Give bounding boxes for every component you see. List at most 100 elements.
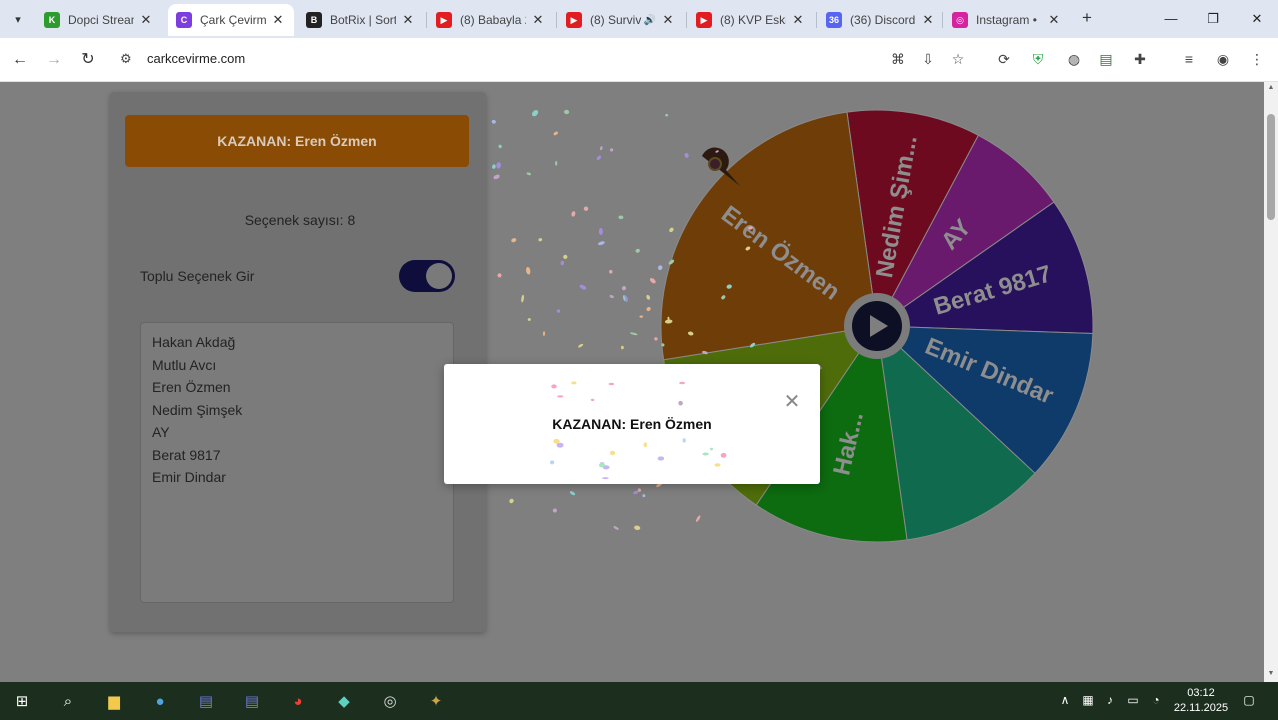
tab-3[interactable]: ▶ (8) Babayla 2 ✕ [428,4,554,36]
tab-close-icon[interactable]: ✕ [790,12,806,28]
close-icon[interactable]: ✕ [782,392,802,412]
app-window-icon-2[interactable]: ▤ [239,688,265,714]
app-window-icon[interactable]: ▤ [193,688,219,714]
site-info-icon[interactable]: ⚙ [120,51,132,67]
tab-favicon-icon: ◎ [952,12,968,28]
confetti-piece [538,238,543,242]
install-app-icon[interactable]: ⇩ [919,50,937,68]
scroll-up-icon[interactable]: ▲ [1267,84,1275,91]
tab-close-icon[interactable]: ✕ [400,12,416,28]
confetti-piece [623,295,626,301]
restore-button[interactable]: ❐ [1200,8,1226,30]
tab-1[interactable]: C Çark Çevirme ✕ [168,4,294,36]
tab-close-icon[interactable]: ✕ [530,12,546,28]
extension-sync-icon[interactable]: ⟳ [995,50,1013,68]
bookmark-star-icon[interactable]: ☆ [949,50,967,68]
option-line: AY [152,424,170,440]
app-pen-icon[interactable]: ◆ [331,688,357,714]
tab-favicon-icon: ▶ [566,12,582,28]
tab-title: (8) Babayla 2 [460,13,526,27]
profile-icon[interactable]: ◉ [1214,50,1232,68]
page-scrollbar[interactable]: ▲ ▼ [1264,82,1278,682]
confetti-piece [609,294,614,299]
confetti-piece [555,161,558,166]
reload-icon[interactable]: ↻ [78,50,98,70]
confetti-piece [563,254,568,260]
bulk-entry-toggle[interactable] [399,260,455,292]
wifi-icon[interactable]: ◔ [1147,693,1165,707]
tray-app-icon[interactable]: ▦ [1079,693,1097,707]
tab-close-icon[interactable]: ✕ [660,12,676,28]
confetti-piece [564,109,570,115]
tab-separator [816,12,817,28]
confetti-piece [571,211,576,217]
confetti-piece [600,146,603,151]
option-line: Mutlu Avcı [152,356,217,373]
windows-start-icon[interactable]: ⊞ [9,688,35,714]
option-line: Eren Özmen [152,379,231,395]
tab-title: BotRix | Sort [330,13,396,27]
new-tab-button[interactable]: + [1077,8,1097,30]
shield-extension-icon[interactable]: ⛨ [1029,50,1047,68]
tab-close-icon[interactable]: ✕ [270,12,286,28]
confetti-piece [620,345,624,350]
tab-separator [426,12,427,28]
forward-icon[interactable]: → [44,50,64,70]
search-icon[interactable]: ⌕ [55,688,81,714]
close-window-button[interactable]: ✕ [1244,8,1270,30]
tab-5[interactable]: ▶ (8) KVP Eski ✕ [688,4,814,36]
battery-icon[interactable]: ▭ [1124,693,1142,707]
option-line: Nedim Şimşek [152,401,243,418]
confetti-piece [609,269,613,274]
options-panel: KAZANAN: Eren Özmen Seçenek sayısı: 8 Top… [110,92,486,632]
confetti-piece [542,331,546,336]
confetti-piece [496,162,501,169]
address-bar[interactable]: carkcevirme.com [147,51,245,66]
tab-close-icon[interactable]: ✕ [1046,12,1062,28]
confetti-piece [552,508,558,513]
chrome-icon[interactable]: ◕ [285,688,311,714]
system-clock[interactable]: 03:12 22.11.2025 [1170,686,1232,716]
tab-title: (8) Surviv [590,13,642,27]
scroll-down-icon[interactable]: ▼ [1267,670,1275,677]
tab-7[interactable]: ◎ Instagram • ✕ [944,4,1070,36]
extensions-puzzle-icon[interactable]: ✚ [1131,50,1149,68]
obs-icon[interactable]: ◎ [377,688,403,714]
confetti-piece [596,155,602,161]
menu-kebab-icon[interactable]: ⋮ [1248,50,1266,68]
app-star-icon[interactable]: ✦ [423,688,449,714]
tab-6[interactable]: 36 (36) Discord ✕ [818,4,944,36]
tab-audio-icon[interactable]: 🔊 [644,15,656,26]
volume-icon[interactable]: ♪ [1101,693,1119,707]
back-icon[interactable]: ← [10,50,30,70]
confetti-piece [526,172,532,176]
tab-search-button[interactable]: ▾ [6,8,30,30]
toggle-knob [426,263,452,289]
options-textarea[interactable]: Hakan Akdağ Mutlu Avcı Eren Özmen Nedim Şim… [140,322,454,603]
tab-0[interactable]: K Dopci Stream ✕ [36,4,162,36]
file-explorer-icon[interactable]: ▆ [101,688,127,714]
option-line: Berat 9817 [152,446,221,463]
notes-extension-icon[interactable]: ▤ [1097,50,1115,68]
vpn-extension-icon[interactable]: ◍ [1065,50,1083,68]
app-orb-icon[interactable]: ● [147,688,173,714]
tab-title: Dopci Stream [68,13,134,27]
tab-close-icon[interactable]: ✕ [138,12,154,28]
tab-title: (8) KVP Eski [720,13,786,27]
confetti-piece [578,343,584,348]
translate-icon[interactable]: ⌘ [889,50,907,68]
notifications-icon[interactable]: ▢ [1240,693,1258,707]
tray-chevron-icon[interactable]: ∧ [1056,693,1074,707]
scroll-thumb[interactable] [1267,114,1275,220]
media-controls-icon[interactable]: ≡ [1180,50,1198,68]
tab-2[interactable]: B BotRix | Sort ✕ [298,4,424,36]
tab-close-icon[interactable]: ✕ [920,12,936,28]
confetti-piece [569,491,576,496]
minimize-button[interactable]: — [1158,8,1184,30]
option-count-label: Seçenek sayısı: [244,212,344,228]
tab-4[interactable]: ▶ (8) Surviv 🔊 ✕ [558,4,684,36]
confetti-piece [493,174,500,180]
tab-title: Çark Çevirme [200,13,266,27]
confetti-piece [532,110,539,117]
winner-modal: ✕ KAZANAN: Eren Özmen [444,364,820,484]
